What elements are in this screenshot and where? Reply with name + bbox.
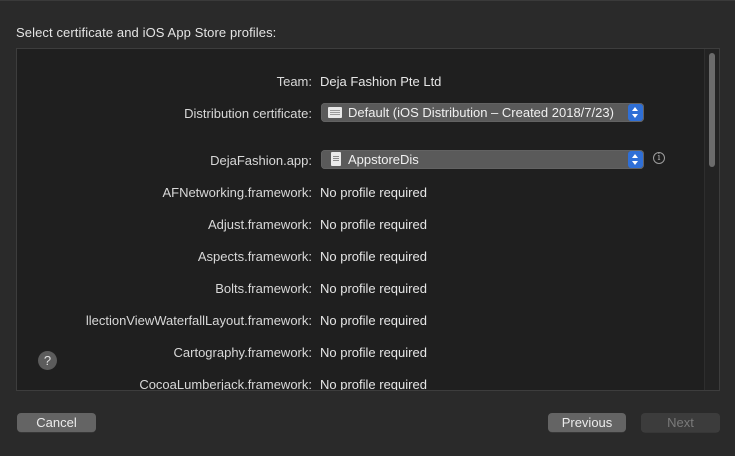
framework-status: No profile required [320, 185, 427, 200]
list-item: Cartography.framework: No profile requir… [17, 342, 705, 364]
profiles-list: Team: Deja Fashion Pte Ltd Distribution … [17, 49, 705, 390]
chevron-updown-icon[interactable] [628, 151, 643, 168]
team-row: Team: Deja Fashion Pte Ltd [17, 71, 705, 93]
list-item: CocoaLumberjack.framework: No profile re… [17, 374, 705, 390]
framework-status: No profile required [320, 313, 427, 328]
team-value: Deja Fashion Pte Ltd [320, 74, 442, 89]
cancel-button[interactable]: Cancel [17, 413, 96, 432]
distribution-certificate-row: Distribution certificate: Default (iOS D… [17, 103, 705, 125]
scrollbar[interactable] [704, 49, 719, 390]
list-item: llectionViewWaterfallLayout.framework: N… [17, 310, 705, 332]
framework-status: No profile required [320, 217, 427, 232]
app-profile-row: DejaFashion.app: AppstoreDis [17, 150, 705, 172]
framework-status: No profile required [320, 249, 427, 264]
info-icon[interactable]: i [653, 152, 665, 164]
framework-label: Aspects.framework: [197, 249, 312, 264]
framework-status: No profile required [320, 345, 427, 360]
profile-document-icon [331, 152, 341, 166]
distribution-certificate-label: Distribution certificate: [184, 106, 312, 121]
export-sheet: Select certificate and iOS App Store pro… [0, 0, 735, 456]
list-item: Aspects.framework: No profile required [17, 246, 705, 268]
team-label: Team: [276, 74, 312, 89]
framework-label: CocoaLumberjack.framework: [139, 377, 312, 390]
framework-status: No profile required [320, 281, 427, 296]
scrollbar-thumb[interactable] [709, 53, 715, 167]
list-item: AFNetworking.framework: No profile requi… [17, 182, 705, 204]
previous-button[interactable]: Previous [548, 413, 626, 432]
framework-status: No profile required [320, 377, 427, 390]
list-item: Adjust.framework: No profile required [17, 214, 705, 236]
framework-label: Adjust.framework: [207, 217, 312, 232]
app-profile-popup[interactable]: AppstoreDis [321, 150, 644, 169]
next-button[interactable]: Next [641, 413, 720, 432]
certificate-icon [328, 107, 342, 118]
list-item: Bolts.framework: No profile required [17, 278, 705, 300]
app-profile-label: DejaFashion.app: [210, 153, 312, 168]
profiles-panel[interactable]: Team: Deja Fashion Pte Ltd Distribution … [16, 48, 720, 391]
distribution-certificate-popup[interactable]: Default (iOS Distribution – Created 2018… [321, 103, 644, 122]
app-profile-value: AppstoreDis [348, 152, 419, 167]
sheet-title: Select certificate and iOS App Store pro… [16, 25, 277, 40]
distribution-certificate-value: Default (iOS Distribution – Created 2018… [348, 105, 614, 120]
framework-label: AFNetworking.framework: [162, 185, 312, 200]
help-button[interactable]: ? [38, 351, 57, 370]
framework-label: Cartography.framework: [173, 345, 312, 360]
chevron-updown-icon[interactable] [628, 104, 643, 121]
framework-label: Bolts.framework: [215, 281, 312, 296]
framework-label: llectionViewWaterfallLayout.framework: [85, 313, 312, 328]
